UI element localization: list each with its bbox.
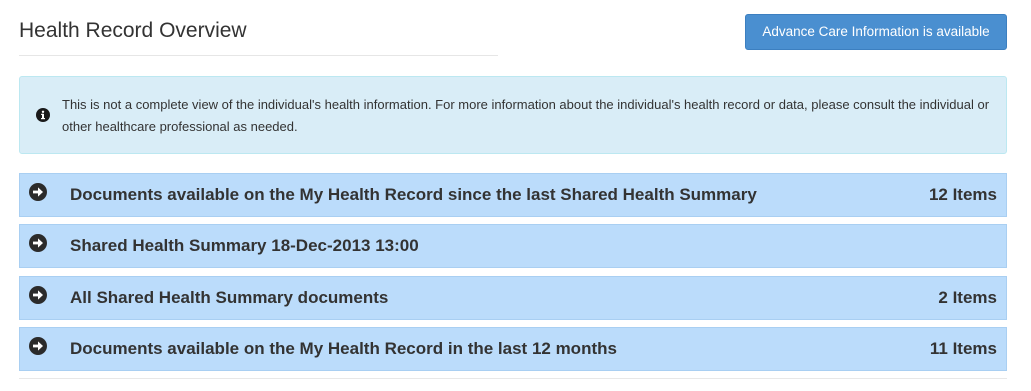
- accordion-row-label: Shared Health Summary 18-Dec-2013 13:00: [70, 236, 419, 255]
- accordion-row-label: All Shared Health Summary documents: [70, 288, 389, 307]
- accordion-row-count: 11 Items: [929, 339, 997, 358]
- arrow-circle-right-icon: [29, 183, 47, 201]
- accordion-row-label: Documents available on the My Health Rec…: [70, 339, 617, 358]
- advance-care-information-button[interactable]: Advance Care Information is available: [745, 14, 1007, 50]
- page-title: Health Record Overview: [19, 19, 247, 42]
- accordion-row-count: 12 Items: [928, 185, 997, 204]
- arrow-circle-right-icon: [29, 286, 47, 304]
- health-record-overview-page: Health Record Overview Advance Care Info…: [0, 0, 1031, 391]
- accordion-row-documents-since-last-summary[interactable]: Documents available on the My Health Rec…: [19, 173, 1007, 217]
- accordion-row-documents-last-12-months[interactable]: Documents available on the My Health Rec…: [19, 327, 1007, 371]
- arrow-circle-right-icon: [29, 234, 47, 252]
- accordion-row-count: 2 Items: [938, 288, 997, 307]
- title-divider: [19, 55, 498, 56]
- info-circle-icon: [36, 108, 50, 122]
- accordion-row-label: Documents available on the My Health Rec…: [70, 185, 757, 204]
- arrow-circle-right-icon: [29, 337, 47, 355]
- accordion-row-shared-health-summary[interactable]: Shared Health Summary 18-Dec-2013 13:00: [19, 224, 1007, 268]
- accordion-row-all-shared-health-summaries[interactable]: All Shared Health Summary documents 2 It…: [19, 276, 1007, 320]
- bottom-divider: [19, 378, 1007, 379]
- info-alert: This is not a complete view of the indiv…: [19, 76, 1007, 154]
- info-alert-text: This is not a complete view of the indiv…: [62, 97, 990, 134]
